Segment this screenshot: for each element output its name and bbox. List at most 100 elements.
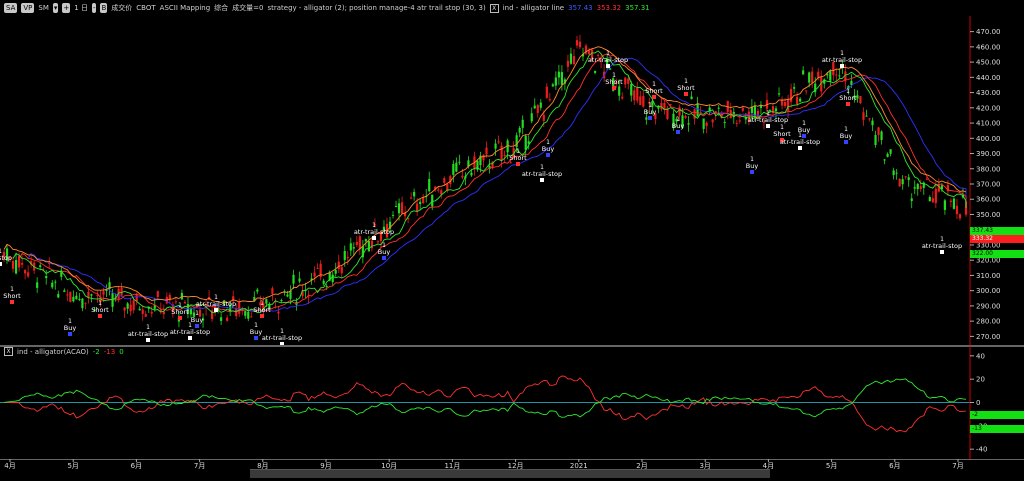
trade-marker [798,146,802,150]
trade-qty: 1 [780,124,784,131]
candle-body [102,291,105,295]
price-tick-label: 400.00 [976,135,1001,143]
candle-body [437,189,440,191]
alligator-teeth-line [18,53,967,313]
candle-body [452,163,455,175]
trade-label-buy: Buy [644,108,657,116]
oscillator-panel[interactable]: 40 20 0 -2 0 -40 -2 -13 [0,346,1024,459]
period-label[interactable]: 1 日 [74,3,88,13]
candle-body [542,114,545,121]
trade-label-buy: Buy [746,162,759,170]
candle-body [337,261,340,270]
candle-body [497,141,500,143]
candle-body [913,187,916,189]
candle-body [340,266,343,274]
dropdown-button[interactable]: ▾ [52,3,59,13]
osc-title[interactable]: ind - alligator(ACAO) [17,348,89,356]
trade-label-stop: atr-trail-stop [354,228,394,236]
month-label: 5月 [67,462,78,470]
trade-label-short: Short [645,87,663,95]
candle-body [509,162,512,164]
osc-tick-label: -40 [976,446,987,454]
price-tick-label: 450.00 [976,59,1001,67]
candle-body [494,143,497,149]
candle-body [238,302,241,314]
trade-qty: 1 [652,81,656,88]
candle-body [793,87,796,89]
trade-label-short: Short [509,154,527,162]
trade-marker [372,236,376,240]
trade-label-short: Short [605,78,623,86]
mapping-label: ASCII Mapping [159,4,211,12]
candle-body [907,177,910,181]
indicator-label[interactable]: ind - alligator line [503,4,564,12]
candle-body [618,86,621,96]
price-tick-label: 370.00 [976,181,1001,189]
candle-body [536,105,539,114]
price-tick-label: 420.00 [976,104,1001,112]
candle-body [741,107,744,111]
candle-body [20,262,24,265]
trade-qty: 1 [844,126,848,133]
candle-body [919,186,922,190]
candle-body [711,119,714,123]
candle-body [850,80,853,85]
trade-qty: 1 [516,148,520,155]
lips-value: 357.31 [625,4,650,12]
candle-body [485,147,488,155]
candle-body [45,275,48,279]
trade-label-stop: atr-trail-stop [196,300,236,308]
zoom-out-button[interactable]: - [91,3,97,13]
indicator-close-checkbox[interactable]: X [489,3,499,13]
zoom-in-button[interactable]: + [62,3,71,13]
price-chart-panel[interactable]: ail-stop1Short1Buy1Short1atr-trail-stop1… [0,16,1024,346]
candle-body [678,107,681,116]
trade-marker [0,262,2,266]
candle-body [244,311,247,316]
candle-body [717,107,720,109]
candle-body [835,74,838,76]
osc-tag-top: -2 [970,411,1024,419]
candle-body [931,198,934,203]
candle-body [470,172,473,176]
candle-body [808,72,811,83]
candle-body [364,239,367,242]
candle-body [280,300,283,302]
candle-body [265,299,268,304]
candle-body [358,236,361,249]
price-chart[interactable]: ail-stop1Short1Buy1Short1atr-trail-stop1… [0,16,1024,346]
candle-body [138,308,141,311]
month-label: 7月 [194,462,205,470]
strategy-label[interactable]: strategy - alligator (2); position manag… [268,4,486,12]
vp-button[interactable]: VP [21,3,35,13]
candle-body [777,93,781,95]
candle-body [621,96,624,99]
candle-body [805,90,808,92]
candle-body [530,113,533,122]
trade-label-short: Short [171,308,189,316]
candle-body [123,307,126,311]
candle-body [500,145,503,161]
trade-label-buy: Buy [798,126,811,134]
candle-body [868,118,871,120]
trade-label-stop: atr-trail-stop [922,242,962,250]
trade-qty: 1 [0,248,2,255]
price-axis-layer: 470.00 460.00 450.00 440.00 430.00 420.00 410.… [970,28,1001,341]
osc-axis-layer: 40200-20-40 [970,352,987,454]
trade-qty: 1 [214,294,218,301]
osc-close-checkbox[interactable]: X [4,347,13,356]
source-label: CBOT [136,4,156,12]
oscillator-chart[interactable]: 40 20 0 -2 0 -40 [0,346,1024,459]
b-button[interactable]: B [100,3,108,13]
candle-body [271,288,274,294]
osc-green-line [3,378,967,418]
candle-body [880,131,883,140]
candle-body [521,119,524,128]
symbol-button[interactable]: SA [4,3,18,13]
candle-body [910,198,913,202]
osc-tick-label: 40 [976,352,985,360]
trade-qty: 1 [606,50,610,57]
candle-body [624,77,627,85]
osc-value-1: -2 [92,347,100,356]
candle-body [132,300,135,311]
